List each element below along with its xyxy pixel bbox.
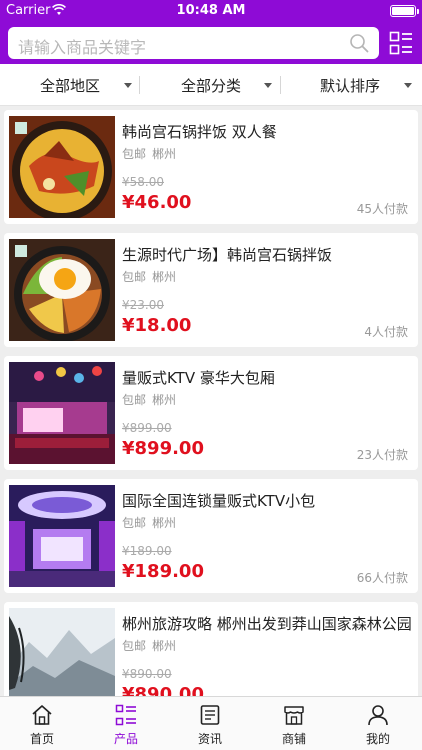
product-meta: 包邮 郴州 — [122, 268, 176, 285]
sold-count: 23人付款 — [356, 448, 408, 462]
user-icon — [368, 705, 388, 726]
original-price: ¥58.00 — [122, 175, 164, 189]
product-card[interactable]: 韩尚宫石锅拌饭 双人餐 包邮 郴州 ¥58.00 ¥46.00 45人付款 — [4, 110, 418, 224]
original-price: ¥899.00 — [122, 421, 172, 435]
product-title[interactable]: 韩尚宫石锅拌饭 双人餐 — [122, 121, 412, 142]
tab-shop-label: 商铺 — [281, 732, 306, 746]
shipping-tag: 包邮 — [122, 393, 147, 407]
bottom-tab-bar: 首页 产品 资讯 商铺 我的 — [0, 696, 422, 750]
filter-category-label: 全部分类 — [181, 77, 242, 95]
product-card[interactable]: 量贩式KTV 豪华大包厢 包邮 郴州 ¥899.00 ¥899.00 23人付款 — [4, 356, 418, 470]
product-list[interactable]: 韩尚宫石锅拌饭 双人餐 包邮 郴州 ¥58.00 ¥46.00 45人付款 生源时… — [0, 106, 422, 696]
product-title[interactable]: 量贩式KTV 豪华大包厢 — [122, 367, 412, 388]
chevron-down-icon — [124, 83, 132, 88]
product-meta: 包邮 郴州 — [122, 514, 176, 531]
category-grid-icon[interactable] — [389, 31, 413, 55]
tab-products[interactable]: 产品 — [84, 697, 168, 750]
shipping-tag: 包邮 — [122, 270, 147, 284]
product-meta: 包邮 郴州 — [122, 637, 176, 654]
shipping-tag: 包邮 — [122, 639, 147, 653]
filter-region-label: 全部地区 — [40, 77, 101, 95]
city-tag: 郴州 — [152, 270, 177, 284]
sold-count: 4人付款 — [364, 325, 408, 339]
search-box[interactable]: 请输入商品关键字 — [8, 27, 379, 59]
city-tag: 郴州 — [152, 147, 177, 161]
shop-icon — [284, 706, 304, 725]
sale-price: ¥46.00 — [122, 192, 192, 213]
tab-news-label: 资讯 — [197, 732, 222, 746]
filter-category[interactable]: 全部分类 — [141, 64, 281, 106]
sold-count: 66人付款 — [356, 571, 408, 585]
product-title[interactable]: 郴州旅游攻略 郴州出发到莽山国家森林公园 — [122, 613, 412, 634]
news-icon — [200, 705, 220, 725]
filter-bar: 全部地区 全部分类 默认排序 — [0, 64, 422, 106]
filter-region[interactable]: 全部地区 — [0, 64, 140, 106]
product-image-ktv-large-room[interactable] — [9, 362, 115, 464]
tab-products-label: 产品 — [113, 732, 138, 746]
tab-home-label: 首页 — [29, 732, 54, 746]
home-icon — [32, 705, 52, 725]
tab-news[interactable]: 资讯 — [168, 697, 252, 750]
product-list-icon — [115, 704, 136, 726]
tab-mine[interactable]: 我的 — [336, 697, 420, 750]
sale-price: ¥18.00 — [122, 315, 192, 336]
product-card[interactable]: 国际全国连锁量贩式KTV小包 包邮 郴州 ¥189.00 ¥189.00 66人付… — [4, 479, 418, 593]
city-tag: 郴州 — [152, 516, 177, 530]
divider — [139, 76, 140, 94]
chevron-down-icon — [264, 83, 272, 88]
shipping-tag: 包邮 — [122, 147, 147, 161]
product-image-bibimbap[interactable] — [9, 239, 115, 341]
sold-count: 45人付款 — [356, 202, 408, 216]
filter-sort[interactable]: 默认排序 — [282, 64, 422, 106]
tab-mine-label: 我的 — [365, 732, 390, 746]
product-image-bibimbap-pair[interactable] — [9, 116, 115, 218]
sale-price: ¥189.00 — [122, 561, 204, 582]
original-price: ¥189.00 — [122, 544, 172, 558]
shipping-tag: 包邮 — [122, 516, 147, 530]
search-icon[interactable] — [349, 33, 369, 53]
product-image-ktv-small-room[interactable] — [9, 485, 115, 587]
original-price: ¥23.00 — [122, 298, 164, 312]
tab-home[interactable]: 首页 — [0, 697, 84, 750]
product-title[interactable]: 国际全国连锁量贩式KTV小包 — [122, 490, 412, 511]
filter-sort-label: 默认排序 — [320, 77, 381, 95]
product-card[interactable]: 生源时代广场】韩尚宫石锅拌饭 包邮 郴州 ¥23.00 ¥18.00 4人付款 — [4, 233, 418, 347]
top-bar: Carrier 10:48 AM 请输入商品关键字 — [0, 0, 422, 64]
sale-price: ¥899.00 — [122, 438, 204, 459]
product-title[interactable]: 生源时代广场】韩尚宫石锅拌饭 — [122, 244, 412, 265]
sale-price: ¥890.00 — [122, 684, 204, 696]
city-tag: 郴州 — [152, 639, 177, 653]
product-meta: 包邮 郴州 — [122, 145, 176, 162]
city-tag: 郴州 — [152, 393, 177, 407]
product-image-mountain-landscape[interactable] — [9, 608, 115, 696]
status-bar: Carrier 10:48 AM — [0, 0, 422, 22]
product-card[interactable]: 郴州旅游攻略 郴州出发到莽山国家森林公园 包邮 郴州 ¥890.00 ¥890.0… — [4, 602, 418, 696]
product-meta: 包邮 郴州 — [122, 391, 176, 408]
status-time: 10:48 AM — [176, 3, 246, 18]
divider — [280, 76, 281, 94]
original-price: ¥890.00 — [122, 667, 172, 681]
search-input[interactable]: 请输入商品关键字 — [18, 34, 146, 58]
battery-icon — [390, 5, 419, 17]
tab-shop[interactable]: 商铺 — [252, 697, 336, 750]
chevron-down-icon — [404, 83, 412, 88]
